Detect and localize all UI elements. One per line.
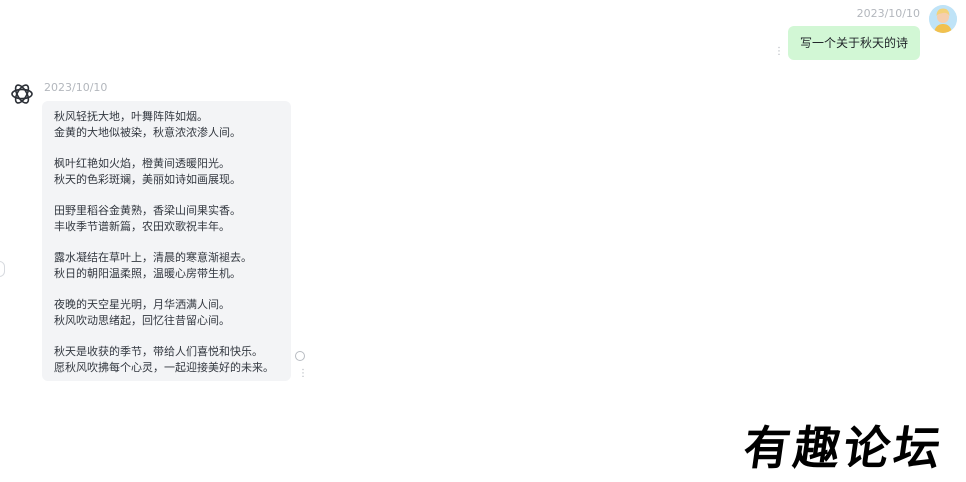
user-message-timestamp: 2023/10/10 bbox=[856, 7, 920, 20]
poem-line: 夜晚的天空星光明，月华洒满人间。 bbox=[54, 298, 230, 311]
bot-avatar bbox=[9, 81, 35, 107]
poem-line: 秋风吹动思绪起，回忆往昔留心间。 bbox=[54, 314, 230, 327]
poem-line: 丰收季节谱新篇，农田欢歌祝丰年。 bbox=[54, 220, 230, 233]
forum-watermark: 有趣论坛 bbox=[740, 421, 948, 475]
poem-line: 金黄的大地似被染，秋意浓浓渗人间。 bbox=[54, 126, 241, 139]
poem-line: 秋风轻抚大地，叶舞阵阵如烟。 bbox=[54, 110, 208, 123]
poem-stanza: 夜晚的天空星光明，月华洒满人间。 秋风吹动思绪起，回忆往昔留心间。 bbox=[54, 297, 279, 329]
user-message-text: 写一个关于秋天的诗 bbox=[799, 36, 908, 50]
openai-logo-icon bbox=[11, 84, 33, 104]
poem-line: 秋天是收获的季节，带给人们喜悦和快乐。 bbox=[54, 345, 263, 358]
poem-line: 露水凝结在草叶上，清晨的寒意渐褪去。 bbox=[54, 251, 252, 264]
poem-stanza: 枫叶红艳如火焰，橙黄间透暖阳光。 秋天的色彩斑斓，美丽如诗如画展现。 bbox=[54, 156, 279, 188]
bot-message-timestamp: 2023/10/10 bbox=[44, 81, 108, 94]
bot-message-bubble: 秋风轻抚大地，叶舞阵阵如烟。 金黄的大地似被染，秋意浓浓渗人间。 枫叶红艳如火焰… bbox=[42, 101, 291, 381]
sidebar-toggle-handle[interactable] bbox=[0, 261, 5, 277]
user-avatar-icon bbox=[929, 5, 957, 33]
poem-stanza: 田野里稻谷金黄熟，香梁山间果实香。 丰收季节谱新篇，农田欢歌祝丰年。 bbox=[54, 203, 279, 235]
poem-line: 秋天的色彩斑斓，美丽如诗如画展现。 bbox=[54, 173, 241, 186]
poem-stanza: 秋风轻抚大地，叶舞阵阵如烟。 金黄的大地似被染，秋意浓浓渗人间。 bbox=[54, 109, 279, 141]
bot-message-more-icon[interactable]: ⋮ bbox=[298, 369, 308, 379]
poem-line: 愿秋风吹拂每个心灵，一起迎接美好的未来。 bbox=[54, 361, 274, 374]
user-avatar[interactable] bbox=[929, 5, 957, 33]
poem-stanza: 露水凝结在草叶上，清晨的寒意渐褪去。 秋日的朝阳温柔照，温暖心房带生机。 bbox=[54, 250, 279, 282]
poem-line: 秋日的朝阳温柔照，温暖心房带生机。 bbox=[54, 267, 241, 280]
poem-stanza: 秋天是收获的季节，带给人们喜悦和快乐。 愿秋风吹拂每个心灵，一起迎接美好的未来。 bbox=[54, 344, 279, 376]
user-message-bubble: 写一个关于秋天的诗 bbox=[787, 26, 920, 60]
poem-line: 田野里稻谷金黄熟，香梁山间果实香。 bbox=[54, 204, 241, 217]
circle-icon[interactable] bbox=[295, 351, 305, 361]
poem-line: 枫叶红艳如火焰，橙黄间透暖阳光。 bbox=[54, 157, 230, 170]
user-message-more-icon[interactable]: ⋮ bbox=[774, 47, 784, 57]
user-message-row: 2023/10/10 写一个关于秋天的诗 ⋮ bbox=[0, 0, 966, 70]
